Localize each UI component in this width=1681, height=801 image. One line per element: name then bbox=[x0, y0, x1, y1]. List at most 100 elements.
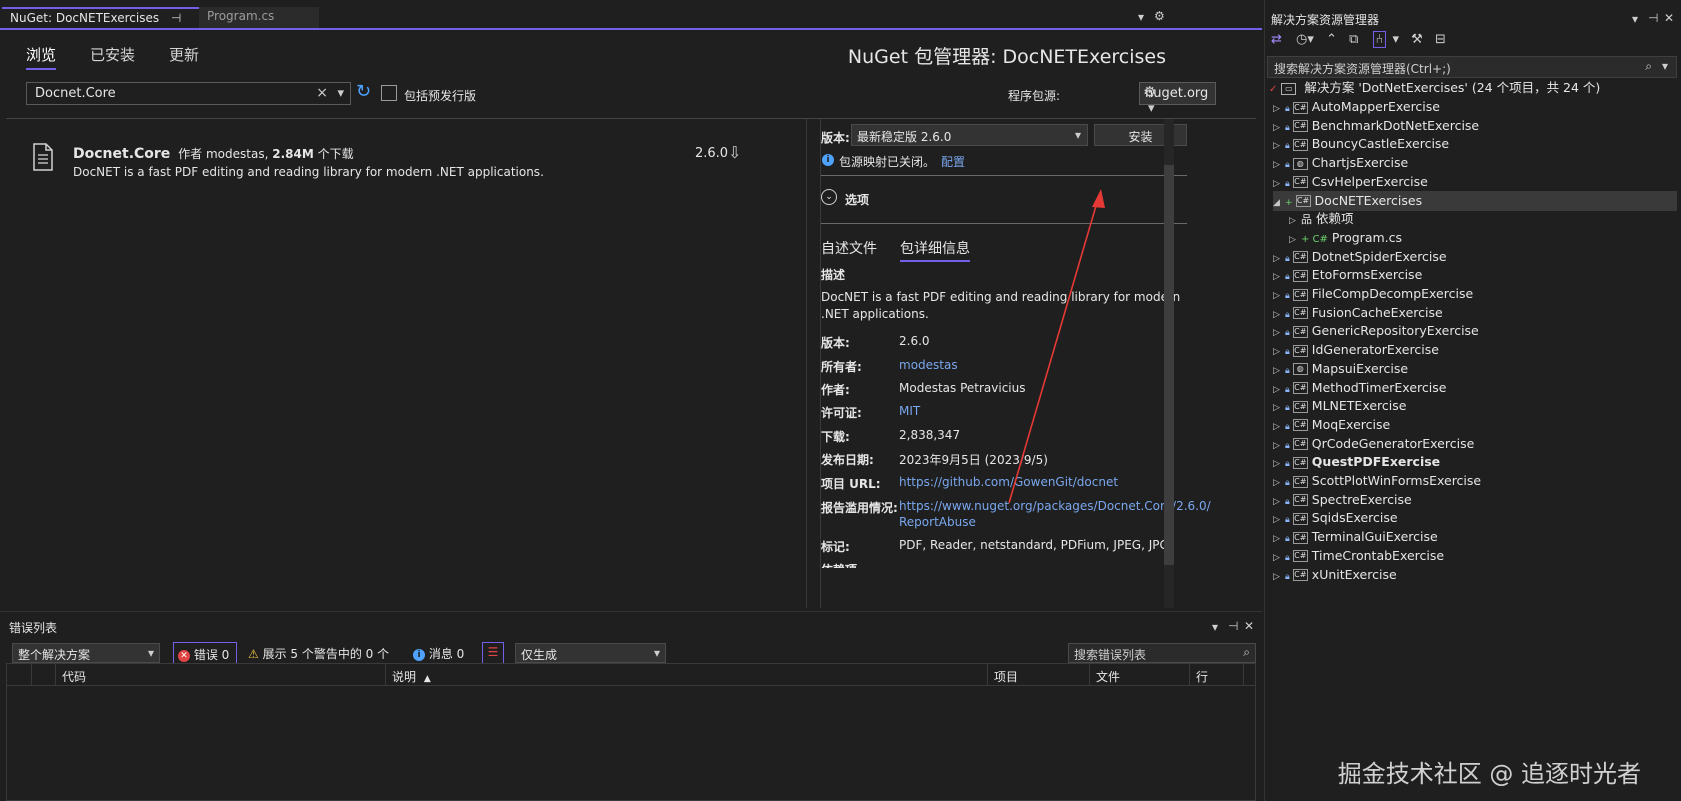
tree-item[interactable]: ▷ 🔒︎ C# MLNETExercise bbox=[1273, 396, 1406, 416]
col-description[interactable]: 说明 ▲ bbox=[386, 664, 988, 686]
tree-item[interactable]: ▷ 品依赖项 bbox=[1289, 209, 1354, 229]
collapse-all-icon[interactable]: ⌃ bbox=[1326, 32, 1337, 47]
filter-icon[interactable]: ☰ bbox=[482, 642, 504, 664]
options-expand-icon[interactable]: ⌄ bbox=[821, 189, 837, 205]
solution-search-input[interactable]: 搜索解决方案资源管理器(Ctrl+;) ⌕ ▾ bbox=[1267, 56, 1677, 78]
field-report-link-cont[interactable]: ReportAbuse bbox=[899, 515, 976, 529]
search-options-chevron-icon[interactable]: ▾ bbox=[1662, 59, 1668, 73]
build-filter-value: 仅生成 bbox=[521, 648, 558, 662]
close-icon[interactable]: ✕ bbox=[1664, 11, 1674, 25]
pin-icon[interactable]: ⊣ bbox=[1228, 619, 1238, 633]
tree-item[interactable]: ▷ 🔒︎ C# BenchmarkDotNetExercise bbox=[1273, 116, 1479, 136]
field-owners-link[interactable]: modestas bbox=[899, 358, 958, 372]
prerelease-checkbox[interactable] bbox=[381, 85, 397, 101]
tree-item[interactable]: ▷ 🔒︎ C# MoqExercise bbox=[1273, 415, 1390, 435]
history-icon[interactable]: ◷▾ bbox=[1296, 32, 1314, 47]
tree-item-label: ChartjsExercise bbox=[1311, 155, 1409, 171]
chevron-down-icon: ▾ bbox=[653, 646, 660, 660]
package-list-scrollbar[interactable] bbox=[806, 119, 820, 608]
tree-item[interactable]: ▷ 🔒︎ C# DotnetSpiderExercise bbox=[1273, 247, 1447, 267]
tree-item[interactable]: ◢ + C# DocNETExercises bbox=[1273, 190, 1677, 213]
tree-item[interactable]: ▷ 🔒︎ C# CsvHelperExercise bbox=[1273, 172, 1428, 192]
dependencies-icon: 品 bbox=[1301, 213, 1312, 227]
messages-filter-button[interactable]: i 消息 0 bbox=[413, 645, 464, 662]
scope-select[interactable]: 整个解决方案 ▾ bbox=[12, 643, 160, 663]
tree-item[interactable]: ▷ 🔒︎ C# xUnitExercise bbox=[1273, 565, 1397, 585]
version-select[interactable]: 最新稳定版 2.6.0 ▾ bbox=[851, 124, 1088, 146]
tab-browse[interactable]: 浏览 bbox=[26, 44, 57, 70]
tab-updates[interactable]: 更新 bbox=[169, 44, 199, 65]
tree-item[interactable]: ▷ + C# Program.cs bbox=[1289, 228, 1402, 248]
lock-icon: 🔒︎ bbox=[1285, 141, 1290, 152]
preview-icon[interactable]: ⊟ bbox=[1435, 32, 1446, 47]
package-details-panel: 版本: 最新稳定版 2.6.0 ▾ 安装 i 包源映射已关闭。 配置 ⌄ 选项 … bbox=[821, 119, 1256, 608]
errors-filter-button[interactable]: ✕ 错误 0 bbox=[173, 642, 237, 664]
tab-installed[interactable]: 已安装 bbox=[90, 44, 135, 65]
tree-item[interactable]: ▷ 🔒︎ C# TimeCrontabExercise bbox=[1273, 546, 1444, 566]
lock-icon: 🔒︎ bbox=[1285, 309, 1290, 320]
tab-package-details[interactable]: 包详细信息 bbox=[900, 238, 970, 262]
collapsed-chevron-icon[interactable]: ▷ bbox=[1273, 567, 1285, 587]
csharp-project-icon: C# bbox=[1292, 569, 1308, 581]
tree-item[interactable]: ▷ 🔒︎ C# EtoFormsExercise bbox=[1273, 265, 1422, 285]
field-license-link[interactable]: MIT bbox=[899, 404, 920, 418]
tree-item[interactable]: ▷ 🔒︎ C# TerminalGuiExercise bbox=[1273, 527, 1438, 547]
tree-item-label: BouncyCastleExercise bbox=[1311, 136, 1450, 152]
settings-gear-icon[interactable]: ⚙ bbox=[1143, 83, 1156, 101]
nuget-package-manager: 浏览 已安装 更新 NuGet 包管理器: DocNETExercises Do… bbox=[6, 30, 1256, 608]
tree-item[interactable]: ▷ 🔒︎ C# GenericRepositoryExercise bbox=[1273, 321, 1479, 341]
configure-link[interactable]: 配置 bbox=[941, 153, 965, 170]
csharp-project-icon: C# bbox=[1292, 251, 1308, 264]
tree-item[interactable]: ▷ 🔒︎ C# ScottPlotWinFormsExercise bbox=[1273, 471, 1481, 491]
package-search-input[interactable]: Docnet.Core × ▾ bbox=[26, 82, 351, 105]
col-code[interactable]: 代码 bbox=[56, 664, 386, 686]
close-icon[interactable]: ✕ bbox=[1244, 619, 1254, 633]
tab-nuget-docnetexercises[interactable]: NuGet: DocNETExercises ⊣ ✕ bbox=[2, 7, 199, 39]
tree-item[interactable]: ▷ 🔒︎ C# FileCompDecompExercise bbox=[1273, 284, 1473, 304]
tab-program-cs[interactable]: Program.cs bbox=[199, 7, 319, 29]
col-line[interactable]: 行 bbox=[1190, 664, 1244, 686]
tree-item[interactable]: ▷ 🔒︎ C# MethodTimerExercise bbox=[1273, 378, 1446, 398]
git-added-icon: + bbox=[1285, 197, 1293, 208]
error-search-input[interactable]: 搜索错误列表 ⌕ bbox=[1068, 643, 1256, 663]
tree-item[interactable]: ▷ 🔒︎ C# AutoMapperExercise bbox=[1273, 97, 1440, 117]
details-scrollbar-thumb[interactable] bbox=[1164, 165, 1174, 565]
tree-item[interactable]: ▷ 🔒︎ C# IdGeneratorExercise bbox=[1273, 340, 1439, 360]
properties-wrench-icon[interactable]: ⚒ bbox=[1411, 32, 1423, 47]
tree-item[interactable]: ▷ 🔒︎ C# BouncyCastleExercise bbox=[1273, 134, 1449, 154]
tree-item[interactable]: ▷ 🔒︎ C# SpectreExercise bbox=[1273, 490, 1412, 510]
show-all-files-icon[interactable]: ⧉ bbox=[1349, 32, 1358, 47]
vs-sync-icon[interactable]: ⇄ bbox=[1271, 32, 1282, 47]
warnings-filter-button[interactable]: ⚠ 展示 5 个警告中的 0 个 bbox=[248, 645, 389, 662]
build-filter-select[interactable]: 仅生成 ▾ bbox=[515, 643, 666, 663]
list-item[interactable]: Docnet.Core 作者 modestas, 2.84M 个下载 DocNE… bbox=[6, 119, 806, 189]
tab-list-chevron-icon[interactable]: ▾ bbox=[1138, 10, 1144, 24]
tree-item[interactable]: ▷ 🔒︎ C# QrCodeGeneratorExercise bbox=[1273, 434, 1474, 454]
toolbar-chevron-icon[interactable]: ▾ bbox=[1393, 32, 1400, 47]
panel-menu-icon[interactable]: ▾ bbox=[1632, 12, 1638, 26]
refresh-icon[interactable]: ↻ bbox=[356, 81, 371, 102]
col-file[interactable]: 文件 bbox=[1090, 664, 1190, 686]
options-label[interactable]: 选项 bbox=[845, 191, 869, 208]
col-project[interactable]: 项目 bbox=[988, 664, 1090, 686]
track-active-icon[interactable]: ⑃ bbox=[1372, 31, 1387, 48]
download-icon[interactable]: ⇩ bbox=[728, 143, 741, 162]
pin-icon[interactable]: ⊣ bbox=[171, 11, 181, 25]
tree-item[interactable]: ▷ 🔒︎ C# FusionCacheExercise bbox=[1273, 303, 1443, 323]
clear-search-icon[interactable]: × bbox=[316, 85, 328, 101]
solution-root-node[interactable]: ✓ ▭ 解决方案 'DotNetExercises' (24 个项目，共 24 … bbox=[1269, 78, 1600, 98]
tab-readme[interactable]: 自述文件 bbox=[821, 238, 877, 258]
tree-item[interactable]: ▷ 🔒︎ C# SqidsExercise bbox=[1273, 508, 1398, 528]
expanded-chevron-icon[interactable]: ◢ bbox=[1273, 193, 1285, 213]
pin-icon[interactable]: ⊣ bbox=[1648, 11, 1658, 25]
search-history-chevron-icon[interactable]: ▾ bbox=[337, 86, 344, 101]
tree-item[interactable]: ▷ 🔒︎ ◍ MapsuiExercise bbox=[1273, 359, 1408, 379]
tree-item[interactable]: ▷ 🔒︎ ◍ ChartjsExercise bbox=[1273, 153, 1408, 173]
col-icon[interactable] bbox=[7, 664, 32, 686]
gear-icon[interactable]: ⚙ bbox=[1154, 9, 1165, 23]
tree-item[interactable]: ▷ 🔒︎ C# QuestPDFExercise bbox=[1273, 452, 1440, 472]
error-list-menu-icon[interactable]: ▾ bbox=[1212, 620, 1218, 634]
solution-toolbar: ⇄ ◷▾ ⌃ ⧉ ⑃ ▾ ⚒ ⊟ bbox=[1271, 31, 1681, 52]
col-filter[interactable] bbox=[32, 664, 56, 686]
tree-item-label: SqidsExercise bbox=[1311, 510, 1398, 526]
